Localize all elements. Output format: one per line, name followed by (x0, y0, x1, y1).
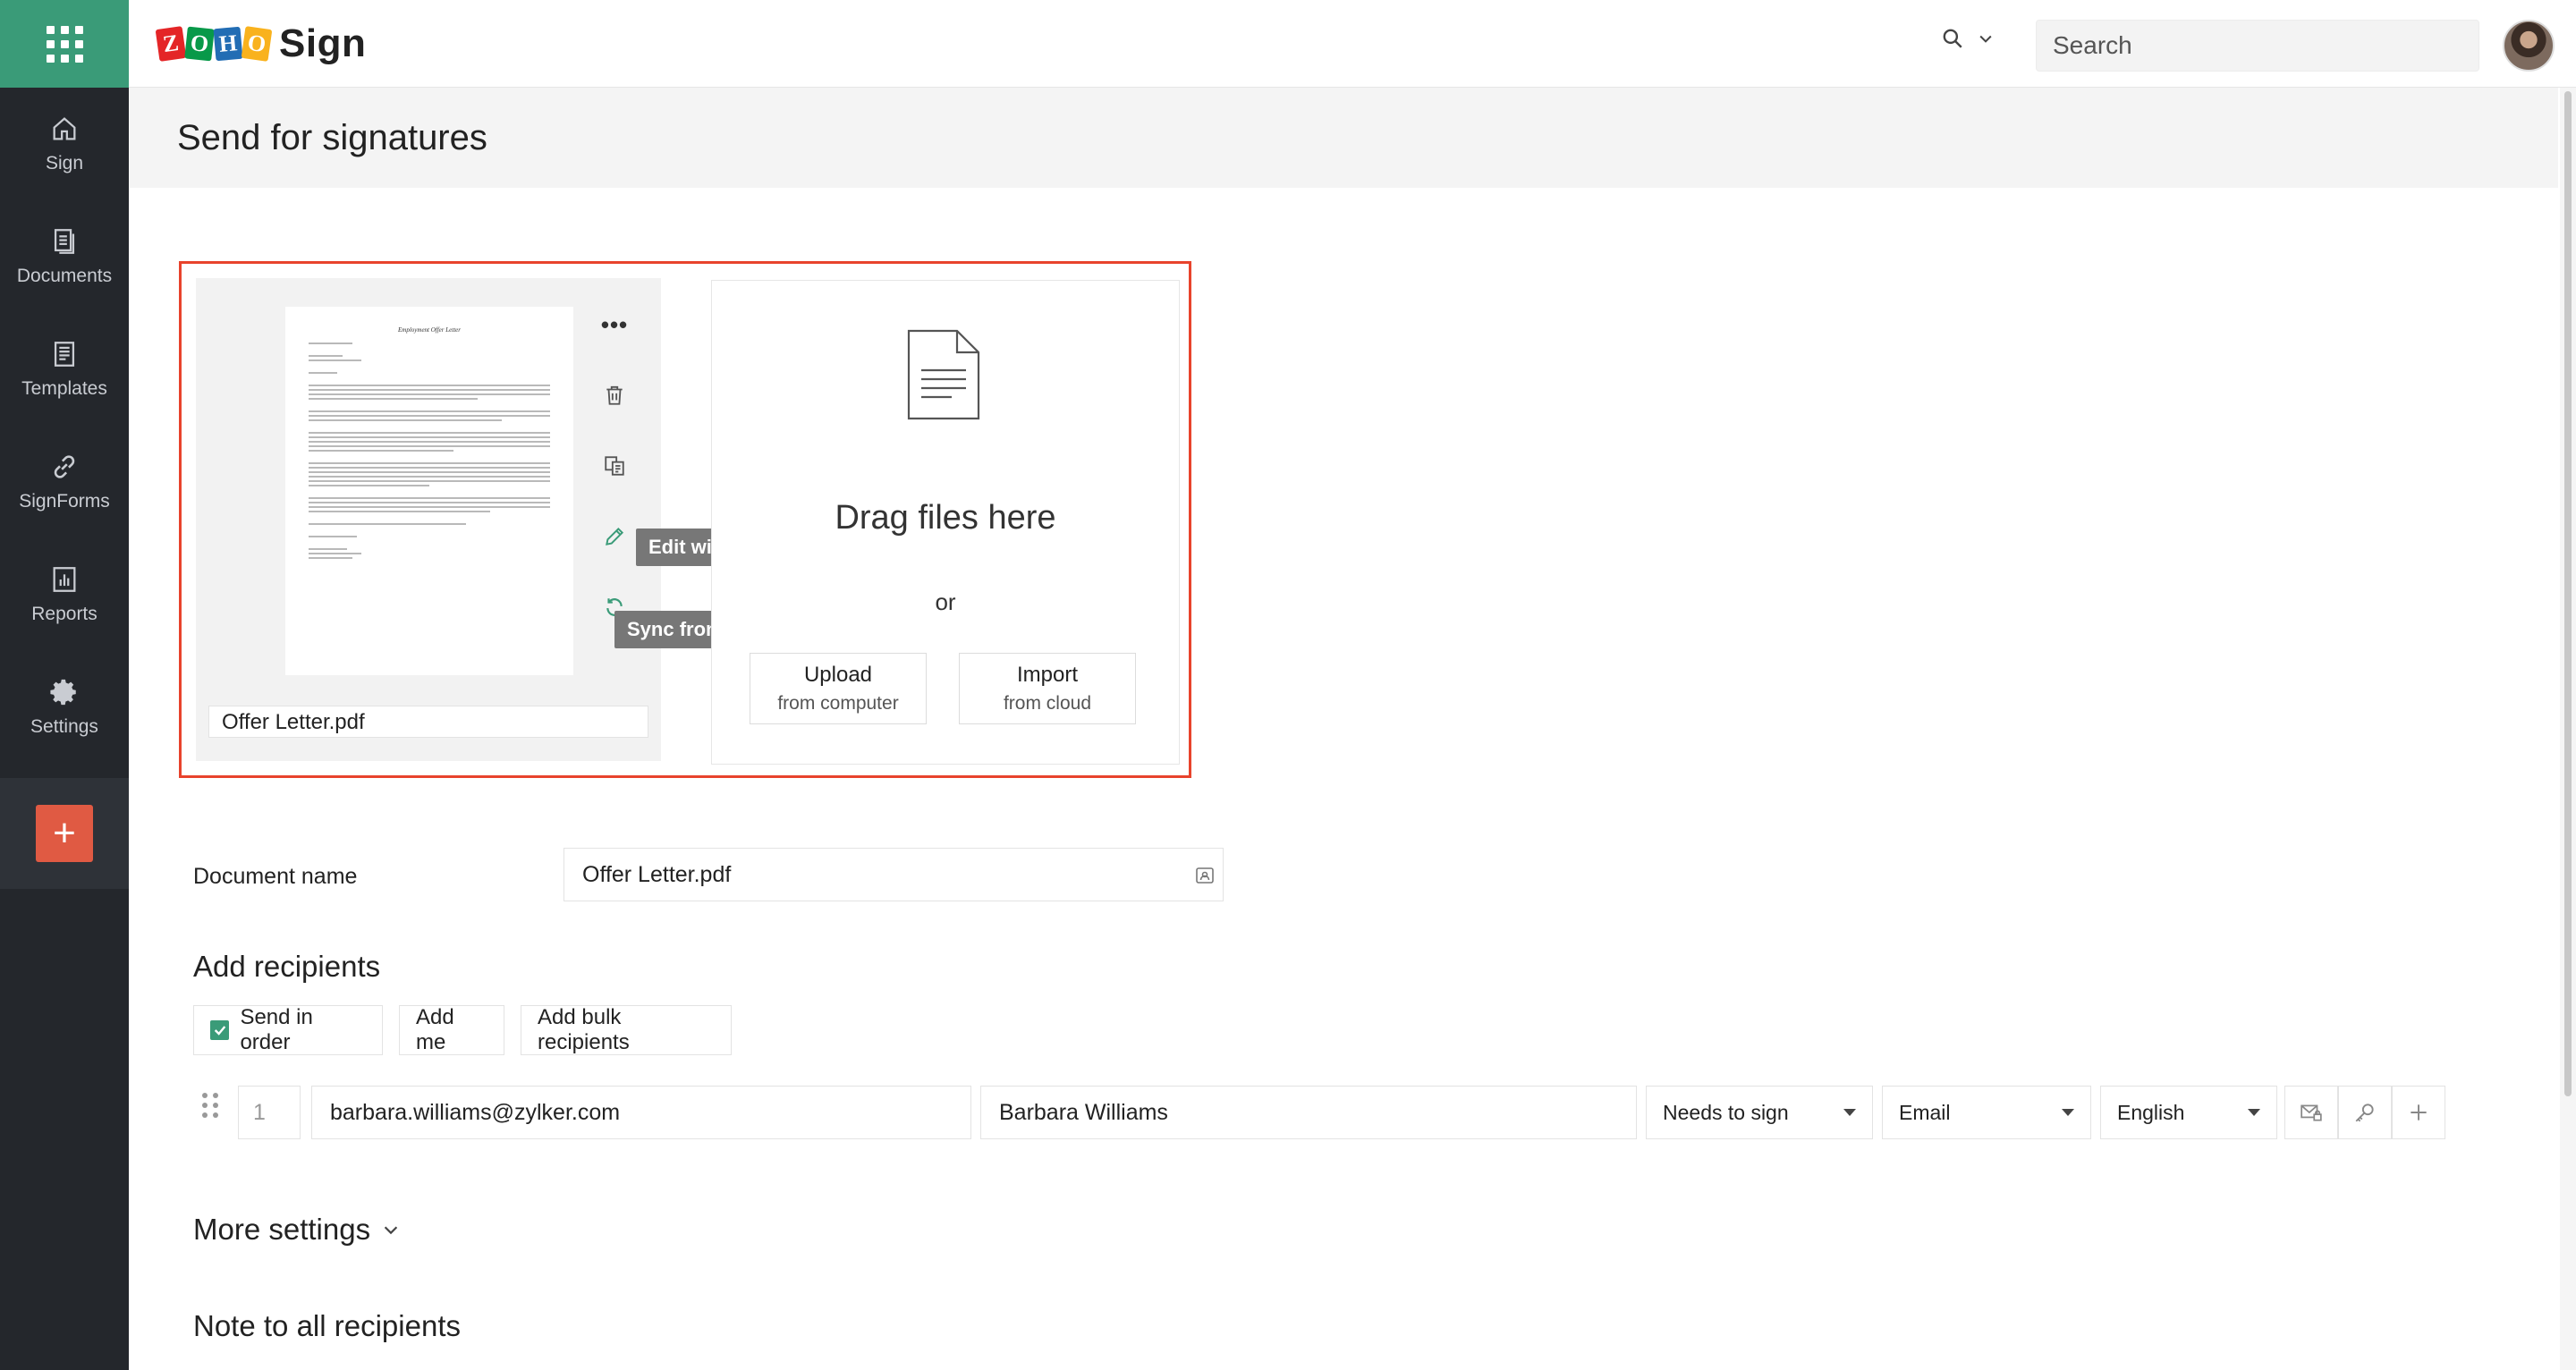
recipient-order-input[interactable]: 1 (238, 1086, 301, 1139)
brand-logo[interactable]: Z O H O Sign (155, 20, 367, 68)
scrollbar-thumb[interactable] (2564, 91, 2572, 1096)
pencil-icon (606, 527, 624, 545)
reports-icon (53, 567, 76, 592)
access-code-button[interactable] (2338, 1086, 2392, 1139)
page-scrollbar[interactable] (2560, 88, 2576, 1370)
page-title: Send for signatures (177, 118, 487, 157)
link-icon (54, 455, 75, 478)
document-card: Employment Offer Letter ••• Offer Letter… (196, 278, 661, 761)
drag-files-text: Drag files here (835, 499, 1056, 537)
sidebar-item-label: SignForms (19, 491, 110, 512)
add-recipients-heading: Add recipients (193, 950, 381, 983)
note-heading: Note to all recipients (193, 1309, 461, 1342)
delete-button[interactable] (595, 376, 634, 415)
preview-title: Employment Offer Letter (398, 326, 461, 334)
trash-icon (606, 385, 623, 405)
drag-handle[interactable] (202, 1093, 218, 1118)
sidebar-item-reports[interactable]: Reports (0, 538, 129, 651)
id-card-icon[interactable] (1194, 865, 1216, 886)
caret-down-icon (2062, 1109, 2074, 1116)
sidebar-item-documents[interactable]: Documents (0, 200, 129, 313)
checkbox-checked[interactable] (210, 1020, 230, 1040)
document-filename: Offer Letter.pdf (208, 706, 648, 738)
search-scope-toggle[interactable] (1941, 27, 1995, 50)
send-in-order-label: Send in order (240, 1005, 313, 1054)
mail-lock-icon (2301, 1104, 2322, 1121)
caret-down-icon (2248, 1109, 2260, 1116)
check-icon (214, 1026, 225, 1036)
language-value: English (2117, 1100, 2185, 1124)
edit-with-writer-button[interactable] (595, 517, 634, 556)
app-launcher-button[interactable] (0, 0, 129, 88)
document-actions: ••• (595, 305, 634, 658)
more-settings-toggle[interactable]: More settings (193, 1213, 401, 1247)
document-name-label: Document name (193, 864, 358, 889)
sidebar-item-label: Reports (31, 604, 97, 624)
document-name-value: Offer Letter.pdf (582, 861, 732, 887)
add-bulk-recipients-button[interactable]: Add bulk recipients (521, 1005, 732, 1055)
sidebar-item-label: Settings (30, 716, 98, 737)
replace-document-icon (605, 456, 624, 476)
or-text: or (935, 588, 956, 615)
create-area: + (0, 778, 129, 889)
add-recipient-button[interactable] (2392, 1086, 2445, 1139)
import-from-cloud-button[interactable]: Import from cloud (959, 653, 1136, 724)
recipient-role-select[interactable]: Needs to sign (1646, 1086, 1873, 1139)
chevron-down-icon (1979, 35, 1992, 43)
avatar[interactable] (2503, 20, 2555, 72)
search-input[interactable] (2036, 20, 2479, 72)
private-message-button[interactable] (2284, 1086, 2338, 1139)
recipient-name-input[interactable]: Barbara Williams (980, 1086, 1637, 1139)
send-in-order-checkbox[interactable]: Send in order (193, 1005, 383, 1055)
product-name: Sign (279, 21, 367, 65)
sidebar-item-templates[interactable]: Templates (0, 313, 129, 426)
home-icon (53, 117, 76, 140)
create-new-button[interactable]: + (36, 805, 93, 862)
recipient-email-input[interactable]: barbara.williams@zylker.com (311, 1086, 971, 1139)
caret-down-icon (1843, 1109, 1856, 1116)
upload-from-computer-button[interactable]: Upload from computer (750, 653, 927, 724)
sidebar-item-label: Templates (21, 378, 107, 399)
delivery-value: Email (1899, 1100, 1951, 1124)
sidebar-item-settings[interactable]: Settings (0, 651, 129, 764)
import-label: Import (1016, 663, 1078, 687)
gear-icon (50, 679, 76, 706)
document-preview[interactable]: Employment Offer Letter (285, 307, 573, 675)
grid-icon (46, 25, 83, 63)
key-icon (2355, 1104, 2374, 1122)
documents-icon (54, 229, 75, 254)
top-header: Z O H O Sign (0, 0, 2576, 88)
import-sublabel: from cloud (1003, 693, 1092, 714)
page-title-bar: Send for signatures (129, 88, 2558, 188)
upload-sublabel: from computer (777, 693, 899, 714)
sidebar-item-signforms[interactable]: SignForms (0, 426, 129, 538)
sidebar-item-label: Sign (45, 153, 84, 173)
chevron-down-icon (384, 1226, 398, 1235)
plus-icon (2411, 1104, 2427, 1121)
more-options-button[interactable]: ••• (595, 305, 634, 344)
more-settings-label: More settings (193, 1213, 371, 1246)
upload-label: Upload (803, 663, 873, 687)
replace-document-button[interactable] (595, 446, 634, 486)
add-me-button[interactable]: Add me (399, 1005, 504, 1055)
sidebar: Sign Documents Templates SignForms Repor… (0, 88, 129, 1370)
sidebar-item-sign[interactable]: Sign (0, 88, 129, 200)
sidebar-item-label: Documents (16, 266, 113, 286)
document-upload-area: Employment Offer Letter ••• Offer Letter… (179, 261, 1191, 778)
file-icon (907, 329, 980, 420)
search-icon (1943, 29, 1962, 48)
templates-icon (54, 342, 75, 367)
delivery-method-select[interactable]: Email (1882, 1086, 2091, 1139)
document-name-input[interactable]: Offer Letter.pdf (564, 848, 1224, 901)
zoho-logo: Z O H O (155, 26, 273, 62)
role-value: Needs to sign (1663, 1100, 1789, 1124)
language-select[interactable]: English (2100, 1086, 2277, 1139)
file-drop-zone[interactable]: Drag files here or Upload from computer … (711, 280, 1180, 765)
